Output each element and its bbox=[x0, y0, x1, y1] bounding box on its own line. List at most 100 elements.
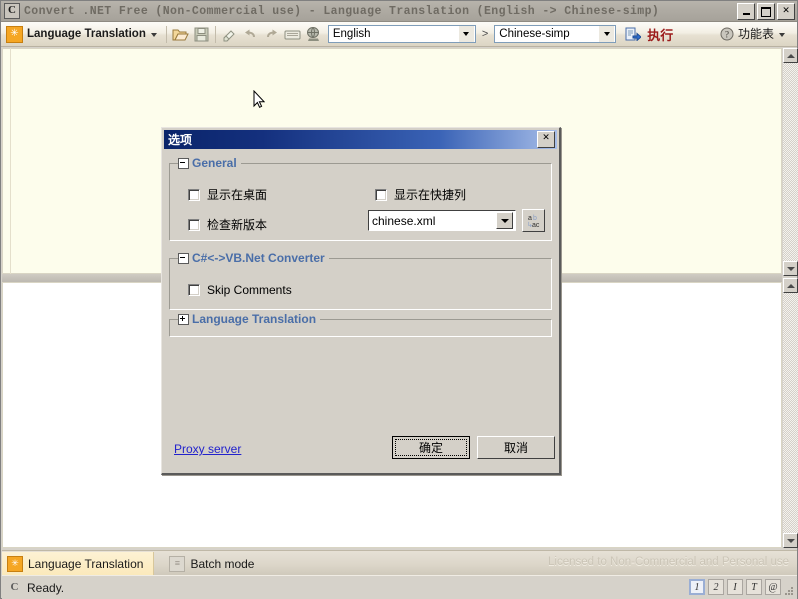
svg-text:ac: ac bbox=[532, 222, 540, 229]
scroll-up-button[interactable] bbox=[783, 48, 798, 63]
resize-grip-icon[interactable] bbox=[783, 585, 795, 597]
language-file-chevron-down-icon[interactable] bbox=[496, 212, 513, 229]
help-circle-icon: ? bbox=[720, 27, 734, 40]
group-converter-title: C#<->VB.Net Converter bbox=[192, 251, 325, 265]
target-language-chevron-down-icon[interactable] bbox=[599, 26, 615, 42]
checkbox-show-in-quicklaunch-box[interactable] bbox=[375, 188, 387, 201]
redo-icon[interactable] bbox=[261, 24, 282, 44]
tab-language-translation-label: Language Translation bbox=[28, 556, 144, 571]
status-button-1[interactable]: 1 bbox=[689, 579, 705, 595]
cancel-button-label: 取消 bbox=[503, 441, 528, 455]
function-menu-chevron-down-icon[interactable] bbox=[779, 32, 785, 37]
status-text: Ready. bbox=[27, 580, 65, 595]
main-toolbar: ✳ Language Translation English > Chinese… bbox=[1, 22, 797, 47]
minimize-button[interactable] bbox=[737, 3, 755, 20]
source-pane-scrollbar[interactable] bbox=[783, 48, 798, 276]
checkbox-check-new-version[interactable]: 检查新版本 bbox=[188, 216, 267, 233]
options-dialog: 选项 ✕ General 显示在桌面 显示在快捷列 检查新版本 chinese.… bbox=[161, 127, 561, 475]
checkbox-show-on-desktop-label: 显示在桌面 bbox=[207, 188, 268, 202]
checkbox-check-new-version-label: 检查新版本 bbox=[207, 218, 268, 232]
app-c-icon: C bbox=[10, 581, 19, 593]
group-translation-plus-icon[interactable] bbox=[178, 313, 189, 325]
spellcheck-abc-icon: a b ↳ ac bbox=[527, 215, 540, 229]
tab-batch-mode[interactable]: ≡ Batch mode bbox=[164, 552, 264, 576]
svg-text:?: ? bbox=[725, 29, 729, 39]
function-menu-label: 功能表 bbox=[737, 27, 774, 41]
target-pane-scrollbar[interactable] bbox=[783, 278, 798, 548]
batch-mode-icon: ≡ bbox=[169, 555, 186, 572]
scroll-up-button-2[interactable] bbox=[783, 278, 798, 293]
open-folder-icon[interactable] bbox=[170, 24, 191, 44]
checkbox-show-in-quicklaunch-label: 显示在快捷列 bbox=[394, 188, 467, 202]
tab-language-translation[interactable]: ✳ Language Translation bbox=[2, 551, 155, 576]
checkbox-show-on-desktop[interactable]: 显示在桌面 bbox=[188, 186, 267, 203]
minimize-icon bbox=[742, 13, 750, 15]
group-general-minus-icon[interactable] bbox=[178, 157, 189, 169]
checkbox-skip-comments[interactable]: Skip Comments bbox=[188, 283, 292, 297]
language-file-combo[interactable]: chinese.xml bbox=[368, 210, 516, 231]
mouse-cursor bbox=[253, 90, 265, 108]
group-general: General 显示在桌面 显示在快捷列 检查新版本 chinese.xml a… bbox=[169, 156, 552, 241]
proxy-server-link[interactable]: Proxy server bbox=[174, 442, 241, 456]
window-title: Convert .NET Free (Non-Commercial use) -… bbox=[24, 4, 660, 18]
group-translation-title: Language Translation bbox=[192, 312, 317, 326]
translate-app-icon-tab: ✳ bbox=[7, 555, 23, 572]
status-button-at[interactable]: @ bbox=[765, 579, 781, 595]
group-converter-minus-icon[interactable] bbox=[178, 252, 189, 264]
direction-arrow: > bbox=[481, 28, 489, 40]
svg-text:b: b bbox=[533, 215, 537, 222]
svg-text:a: a bbox=[528, 215, 532, 222]
checkbox-check-new-version-box[interactable] bbox=[188, 218, 200, 231]
mode-chevron-down-icon[interactable] bbox=[150, 33, 157, 37]
group-csharp-vbnet-converter: C#<->VB.Net Converter Skip Comments bbox=[169, 251, 552, 310]
execute-arrow-icon[interactable] bbox=[622, 24, 643, 44]
dialog-title: 选项 bbox=[168, 133, 193, 147]
function-menu[interactable]: ? 功能表 bbox=[720, 25, 791, 42]
scroll-track-2[interactable] bbox=[783, 293, 798, 533]
group-general-legend: General bbox=[178, 156, 241, 170]
application-window: C Convert .NET Free (Non-Commercial use)… bbox=[0, 0, 798, 599]
scroll-track[interactable] bbox=[783, 63, 798, 261]
keyboard-icon[interactable] bbox=[282, 24, 303, 44]
toolbar-separator-2 bbox=[214, 25, 216, 43]
source-language-combo[interactable]: English bbox=[327, 25, 476, 43]
source-language-value: English bbox=[332, 28, 371, 40]
status-button-2[interactable]: 2 bbox=[708, 579, 724, 595]
ok-button[interactable]: 确定 bbox=[392, 436, 470, 459]
close-icon: ✕ bbox=[782, 5, 790, 17]
undo-icon[interactable] bbox=[240, 24, 261, 44]
checkbox-skip-comments-box[interactable] bbox=[188, 284, 200, 296]
target-language-combo[interactable]: Chinese-simp bbox=[494, 25, 617, 43]
dialog-body: General 显示在桌面 显示在快捷列 检查新版本 chinese.xml a… bbox=[164, 151, 557, 471]
cancel-button[interactable]: 取消 bbox=[477, 436, 555, 459]
scroll-down-button-2[interactable] bbox=[783, 533, 798, 548]
status-button-t[interactable]: T bbox=[746, 579, 762, 595]
checkbox-show-in-quicklaunch[interactable]: 显示在快捷列 bbox=[375, 186, 466, 203]
source-language-chevron-down-icon[interactable] bbox=[458, 26, 474, 42]
toolbar-separator bbox=[165, 25, 167, 43]
status-button-insert[interactable]: I bbox=[727, 579, 743, 595]
maximize-icon bbox=[761, 6, 771, 17]
window-controls: ✕ bbox=[737, 3, 795, 20]
translate-app-icon: ✳ bbox=[6, 25, 23, 43]
close-button[interactable]: ✕ bbox=[777, 3, 795, 20]
dialog-title-bar: 选项 ✕ bbox=[164, 130, 557, 149]
globe-icon[interactable] bbox=[303, 24, 324, 44]
group-converter-legend: C#<->VB.Net Converter bbox=[178, 251, 329, 265]
group-language-translation: Language Translation bbox=[169, 312, 552, 337]
eraser-icon[interactable] bbox=[219, 24, 240, 44]
target-language-value: Chinese-simp bbox=[499, 28, 570, 40]
spellcheck-abc-button[interactable]: a b ↳ ac bbox=[522, 209, 545, 232]
mode-tab-strip: ✳ Language Translation ≡ Batch mode Lice… bbox=[2, 550, 797, 576]
dialog-close-button[interactable]: ✕ bbox=[537, 131, 555, 148]
toolbar-mode-label: Language Translation bbox=[27, 28, 146, 40]
save-disk-icon[interactable] bbox=[191, 24, 212, 44]
checkbox-show-on-desktop-box[interactable] bbox=[188, 188, 200, 201]
scroll-down-button[interactable] bbox=[783, 261, 798, 276]
language-file-value: chinese.xml bbox=[372, 213, 436, 228]
ok-button-focus-ring bbox=[395, 439, 467, 456]
group-translation-legend: Language Translation bbox=[178, 312, 321, 326]
execute-button[interactable]: 执行 bbox=[647, 25, 673, 44]
group-general-title: General bbox=[192, 156, 237, 170]
maximize-button[interactable] bbox=[757, 3, 775, 20]
